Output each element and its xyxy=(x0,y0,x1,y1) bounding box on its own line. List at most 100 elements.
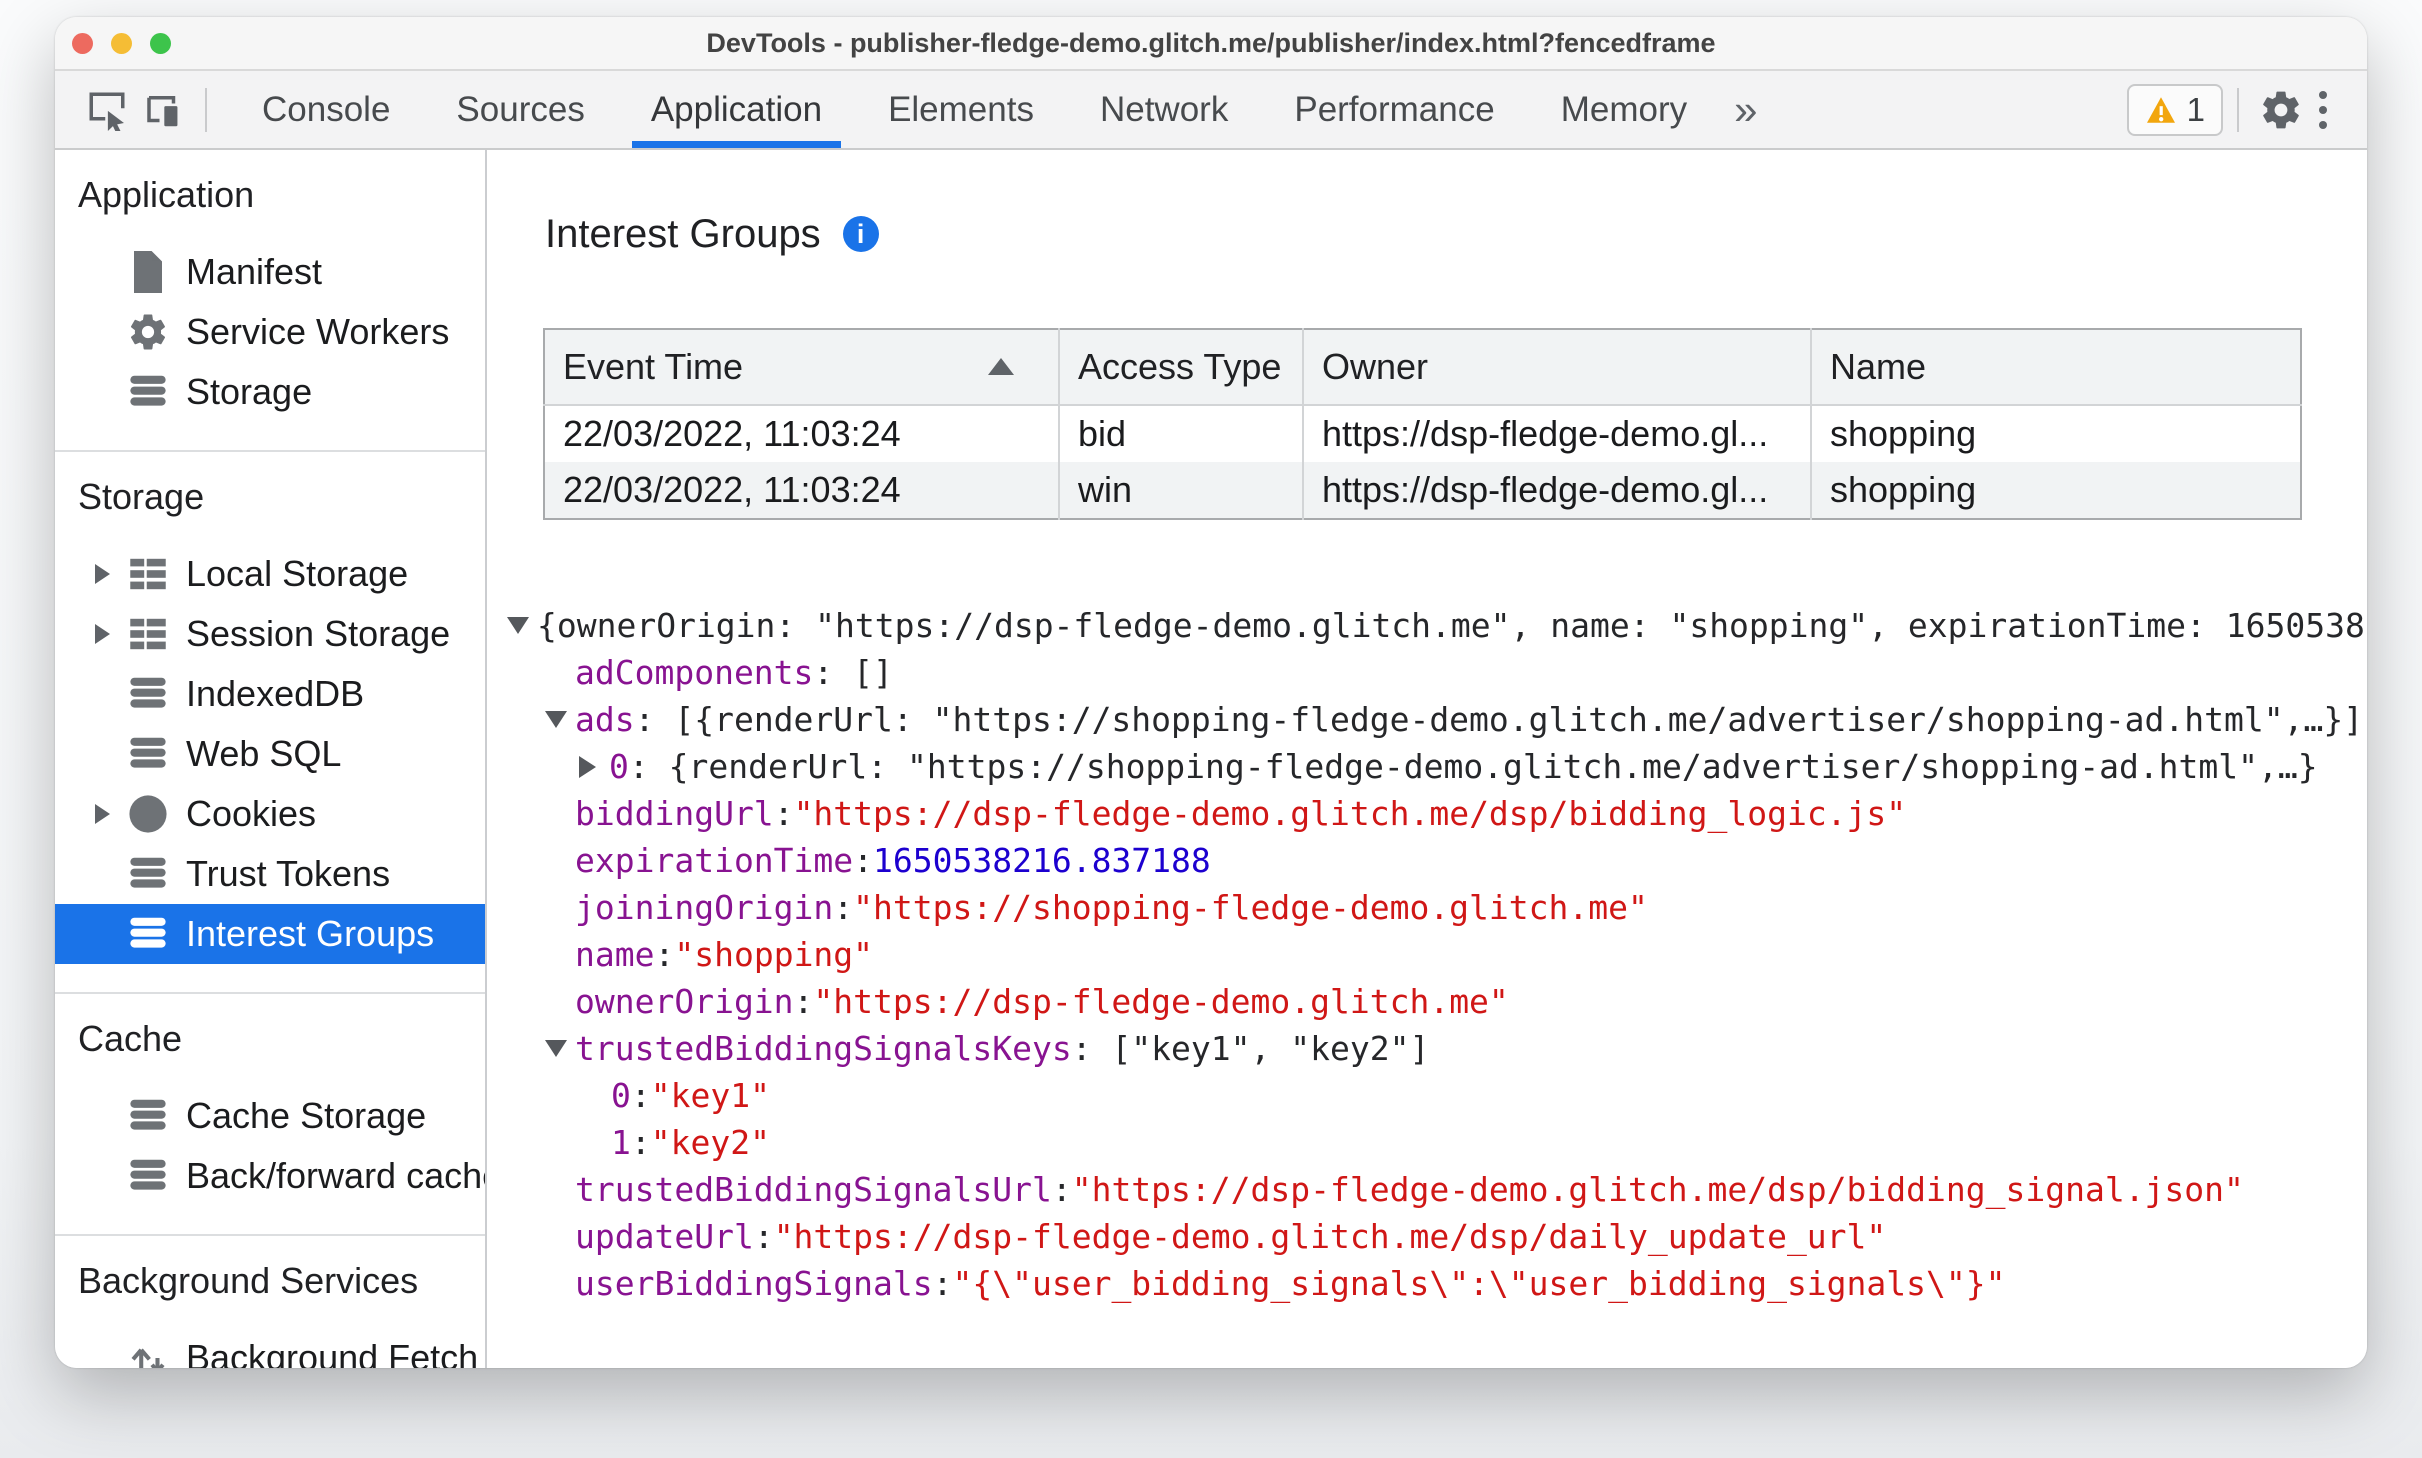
property-key: name xyxy=(575,935,655,974)
chevron-down-icon[interactable] xyxy=(545,711,575,728)
sidebar-item-label: Web SQL xyxy=(186,733,342,774)
toolbar-separator xyxy=(205,87,207,132)
sidebar-item-cookies[interactable]: Cookies xyxy=(55,784,485,844)
tree-row-key-1[interactable]: 1: "key2" xyxy=(487,1119,2367,1166)
property-key: 0 xyxy=(611,1076,631,1115)
tree-row-key-0[interactable]: 0: "key1" xyxy=(487,1072,2367,1119)
cell-event-time: 22/03/2022, 11:03:24 xyxy=(544,462,1060,519)
object-preview: {ownerOrigin: "https://dsp-fledge-demo.g… xyxy=(537,606,2365,645)
sidebar-item-label: Storage xyxy=(186,371,313,412)
sidebar-section-background-services: Background Services Background Fetch xyxy=(55,1236,485,1368)
column-header-access-type[interactable]: Access Type xyxy=(1059,329,1304,406)
tree-row-adcomponents[interactable]: adComponents: [] xyxy=(487,649,2367,696)
property-key: 0 xyxy=(609,747,629,786)
sidebar-item-label: Background Fetch xyxy=(186,1337,479,1368)
sidebar-item-manifest[interactable]: Manifest xyxy=(55,242,485,302)
property-key: trustedBiddingSignalsKeys xyxy=(575,1029,1072,1068)
more-tabs-button[interactable]: » xyxy=(1720,71,1771,148)
toggle-device-toolbar-button[interactable] xyxy=(135,80,191,140)
zoom-window-button[interactable] xyxy=(150,33,171,54)
tab-sources[interactable]: Sources xyxy=(433,71,607,148)
tab-performance[interactable]: Performance xyxy=(1271,71,1517,148)
sidebar-item-label: Interest Groups xyxy=(186,913,435,954)
close-window-button[interactable] xyxy=(72,33,93,54)
property-value: : {renderUrl: "https://shopping-fledge-d… xyxy=(628,747,2318,786)
sidebar-item-storage[interactable]: Storage xyxy=(55,362,485,422)
sidebar-item-cache-storage[interactable]: Cache Storage xyxy=(55,1086,485,1146)
property-value: "key2" xyxy=(650,1123,770,1162)
tab-application[interactable]: Application xyxy=(628,71,845,148)
property-value: "https://dsp-fledge-demo.glitch.me" xyxy=(813,982,1509,1021)
device-toolbar-icon xyxy=(147,95,181,129)
interest-groups-view: Interest Groups i Event Time Access Type… xyxy=(487,150,2367,1368)
sidebar-item-web-sql[interactable]: Web SQL xyxy=(55,724,485,784)
page-title: Interest Groups i xyxy=(545,210,2367,258)
sidebar-item-back-forward-cache[interactable]: Back/forward cache xyxy=(55,1146,485,1206)
property-value: : [] xyxy=(813,653,893,692)
property-key: ads xyxy=(575,700,635,739)
chevron-right-icon[interactable] xyxy=(579,756,609,778)
sidebar-item-label: Manifest xyxy=(186,251,323,292)
sidebar-item-trust-tokens[interactable]: Trust Tokens xyxy=(55,844,485,904)
tree-row-joiningorigin[interactable]: joiningOrigin: "https://shopping-fledge-… xyxy=(487,884,2367,931)
property-value: "https://shopping-fledge-demo.glitch.me" xyxy=(853,888,1648,927)
database-icon xyxy=(127,371,169,413)
section-title: Storage xyxy=(78,476,205,517)
minimize-window-button[interactable] xyxy=(111,33,132,54)
tab-network[interactable]: Network xyxy=(1077,71,1251,148)
kebab-menu-icon xyxy=(2319,90,2327,99)
expand-caret-icon[interactable] xyxy=(95,564,110,584)
table-row[interactable]: 22/03/2022, 11:03:24 bid https://dsp-fle… xyxy=(544,405,2301,462)
tree-row-userbiddingsignals[interactable]: userBiddingSignals: "{\"user_bidding_sig… xyxy=(487,1260,2367,1307)
tab-console[interactable]: Console xyxy=(239,71,413,148)
property-value: "https://dsp-fledge-demo.glitch.me/dsp/b… xyxy=(793,794,1907,833)
sidebar-item-background-fetch[interactable]: Background Fetch xyxy=(55,1328,485,1368)
customize-devtools-button[interactable] xyxy=(2309,85,2337,135)
table-header-row: Event Time Access Type Owner Name xyxy=(544,329,2301,406)
database-icon xyxy=(127,733,169,775)
sidebar-item-label: Cache Storage xyxy=(186,1095,427,1136)
sidebar-item-label: Trust Tokens xyxy=(186,853,391,894)
chevron-down-icon[interactable] xyxy=(507,617,537,634)
property-key: trustedBiddingSignalsUrl xyxy=(575,1170,1052,1209)
property-value: "https://dsp-fledge-demo.glitch.me/dsp/b… xyxy=(1071,1170,2244,1209)
sidebar-section-storage: Storage Local Storage Session Storage In… xyxy=(55,452,485,994)
inspect-cursor-icon xyxy=(89,92,125,131)
sidebar-item-indexeddb[interactable]: IndexedDB xyxy=(55,664,485,724)
tree-row-root[interactable]: {ownerOrigin: "https://dsp-fledge-demo.g… xyxy=(487,602,2367,649)
property-key: expirationTime xyxy=(575,841,854,880)
sidebar-item-session-storage[interactable]: Session Storage xyxy=(55,604,485,664)
chevron-down-icon[interactable] xyxy=(545,1040,575,1057)
titlebar: DevTools - publisher-fledge-demo.glitch.… xyxy=(55,17,2367,71)
property-value: : ["key1", "key2"] xyxy=(1071,1029,1430,1068)
inspect-element-button[interactable] xyxy=(79,80,135,140)
column-header-event-time[interactable]: Event Time xyxy=(544,329,1060,406)
tree-row-biddingurl[interactable]: biddingUrl: "https://dsp-fledge-demo.gli… xyxy=(487,790,2367,837)
property-key: userBiddingSignals xyxy=(575,1264,933,1303)
property-value: : [{renderUrl: "https://shopping-fledge-… xyxy=(634,700,2364,739)
tree-row-ads-0[interactable]: 0: {renderUrl: "https://shopping-fledge-… xyxy=(487,743,2367,790)
table-row[interactable]: 22/03/2022, 11:03:24 win https://dsp-fle… xyxy=(544,462,2301,519)
tab-memory[interactable]: Memory xyxy=(1538,71,1710,148)
tree-row-ownerorigin[interactable]: ownerOrigin: "https://dsp-fledge-demo.gl… xyxy=(487,978,2367,1025)
tab-elements[interactable]: Elements xyxy=(865,71,1057,148)
tree-row-name[interactable]: name: "shopping" xyxy=(487,931,2367,978)
column-header-name[interactable]: Name xyxy=(1811,329,2301,406)
column-header-owner[interactable]: Owner xyxy=(1303,329,1812,406)
sidebar-item-interest-groups[interactable]: Interest Groups xyxy=(55,904,485,964)
sidebar-section-application: Application Manifest Service Workers Sto… xyxy=(55,150,485,452)
tree-row-trustedbiddingsignalskeys[interactable]: trustedBiddingSignalsKeys: ["key1", "key… xyxy=(487,1025,2367,1072)
sidebar-item-service-workers[interactable]: Service Workers xyxy=(55,302,485,362)
sidebar-item-local-storage[interactable]: Local Storage xyxy=(55,544,485,604)
info-icon[interactable]: i xyxy=(842,216,879,252)
expand-caret-icon[interactable] xyxy=(95,624,110,644)
application-sidebar: Application Manifest Service Workers Sto… xyxy=(55,150,487,1368)
issues-warning-badge[interactable]: 1 xyxy=(2126,83,2223,136)
tree-row-expirationtime[interactable]: expirationTime: 1650538216.837188 xyxy=(487,837,2367,884)
expand-caret-icon[interactable] xyxy=(95,804,110,824)
warning-count: 1 xyxy=(2186,90,2205,128)
settings-button[interactable] xyxy=(2253,80,2309,140)
tree-row-updateurl[interactable]: updateUrl: "https://dsp-fledge-demo.glit… xyxy=(487,1213,2367,1260)
tree-row-trustedbiddingsignalsurl[interactable]: trustedBiddingSignalsUrl: "https://dsp-f… xyxy=(487,1166,2367,1213)
tree-row-ads[interactable]: ads: [{renderUrl: "https://shopping-fled… xyxy=(487,696,2367,743)
